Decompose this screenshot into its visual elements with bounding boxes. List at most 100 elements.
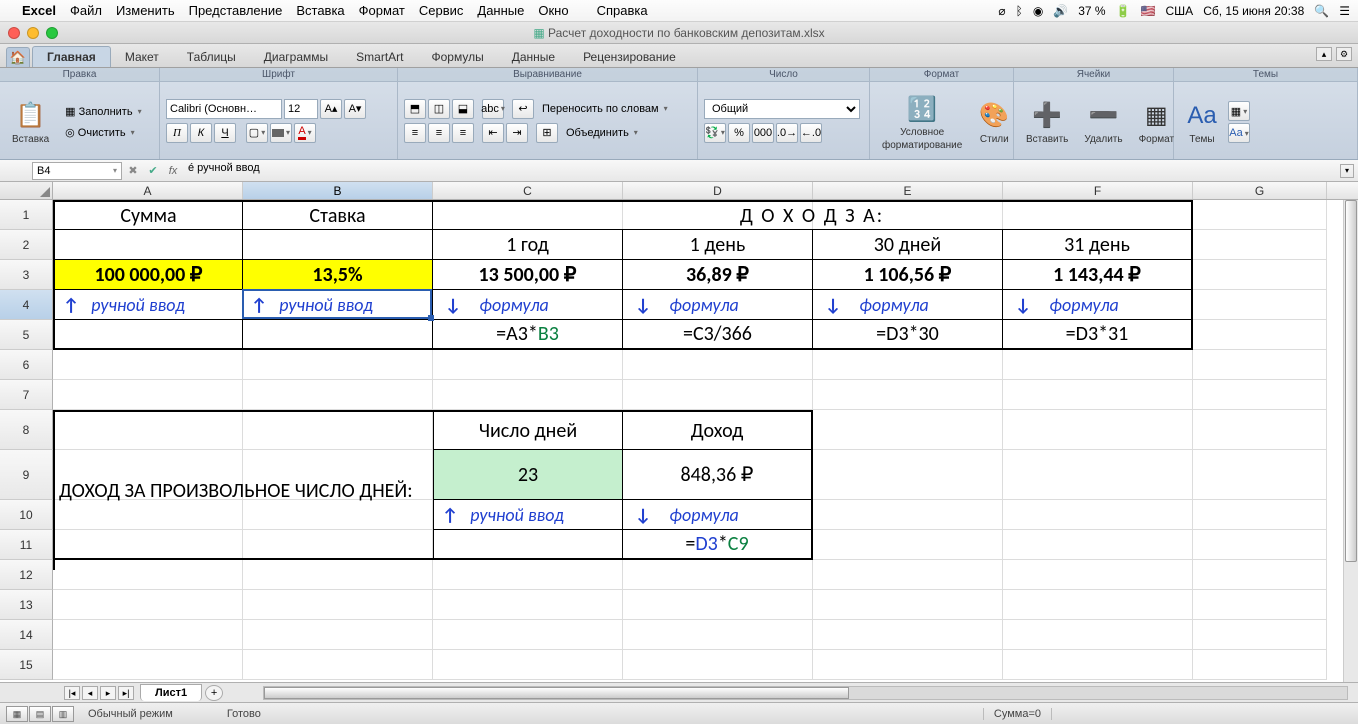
font-name-select[interactable] — [166, 99, 282, 119]
align-right[interactable]: ≡ — [452, 123, 474, 143]
shrink-font[interactable]: A▾ — [344, 99, 366, 119]
cell-F5[interactable]: =D3*31 — [1003, 320, 1193, 350]
border-button[interactable]: ▢ — [246, 123, 268, 143]
cell-D10[interactable]: ↓формула — [623, 500, 813, 530]
tab-data[interactable]: Данные — [498, 47, 569, 67]
home-tab-icon[interactable]: 🏠 — [6, 47, 30, 67]
cell-C11[interactable] — [433, 530, 623, 560]
fx-icon[interactable]: fx — [164, 162, 182, 180]
cond-format-button[interactable]: 🔢 Условноеформатирование — [876, 86, 968, 158]
cell-D3[interactable]: 36,89 ₽ — [623, 260, 813, 290]
cell-A3[interactable]: 100 000,00 ₽ — [53, 260, 243, 290]
cell-E4[interactable]: ↓формула — [813, 290, 1003, 320]
font-color-button[interactable]: A — [294, 123, 316, 143]
row-10[interactable]: 10 — [0, 500, 53, 530]
percent-button[interactable]: % — [728, 123, 750, 143]
row-6[interactable]: 6 — [0, 350, 53, 380]
cell-B4[interactable]: ↑ручной ввод — [243, 290, 433, 320]
menu-insert[interactable]: Вставка — [296, 3, 344, 18]
sheet-nav-last[interactable]: ▸| — [118, 686, 134, 700]
clock[interactable]: Сб, 15 июня 20:38 — [1203, 4, 1304, 18]
formula-expand[interactable]: ▾ — [1340, 164, 1354, 178]
sheet-nav-first[interactable]: |◂ — [64, 686, 80, 700]
row-7[interactable]: 7 — [0, 380, 53, 410]
cell-D11[interactable]: =D3*C9 — [623, 530, 813, 560]
cell-C9[interactable]: 23 — [433, 450, 623, 500]
align-top[interactable]: ⬒ — [404, 99, 426, 119]
list-icon[interactable]: ☰ — [1339, 4, 1350, 18]
inc-decimal[interactable]: .0→ — [776, 123, 798, 143]
fill-color-button[interactable] — [270, 123, 292, 143]
col-B[interactable]: B — [243, 182, 433, 199]
row-13[interactable]: 13 — [0, 590, 53, 620]
row-3[interactable]: 3 — [0, 260, 53, 290]
row-8[interactable]: 8 — [0, 410, 53, 450]
delete-cells-button[interactable]: ➖Удалить — [1078, 86, 1128, 158]
cell-C10[interactable]: ↑ручной ввод — [433, 500, 623, 530]
cell-D9[interactable]: 848,36 ₽ — [623, 450, 813, 500]
menu-edit[interactable]: Изменить — [116, 3, 175, 18]
menu-window[interactable]: Окно — [538, 3, 568, 18]
accept-formula-icon[interactable]: ✔ — [144, 162, 162, 180]
cancel-formula-icon[interactable]: ✖ — [124, 162, 142, 180]
wrap-icon[interactable]: ↩ — [512, 99, 534, 119]
cells-grid[interactable]: Сумма Ставка Д О Х О Д З А: 1 год 1 день… — [53, 200, 1343, 680]
cell-D4[interactable]: ↓формула — [623, 290, 813, 320]
formula-input[interactable]: é ручной ввод — [184, 162, 1354, 180]
bluetooth-icon[interactable]: ᛒ — [1016, 4, 1023, 18]
styles-button[interactable]: 🎨 Стили — [972, 86, 1016, 158]
merge-icon[interactable]: ⊞ — [536, 123, 558, 143]
spotlight-icon[interactable]: 🔍 — [1314, 4, 1329, 18]
row-2[interactable]: 2 — [0, 230, 53, 260]
row-4[interactable]: 4 — [0, 290, 53, 320]
menu-file[interactable]: Файл — [70, 3, 102, 18]
row-1[interactable]: 1 — [0, 200, 53, 230]
theme-fonts[interactable]: Aa — [1228, 123, 1250, 143]
col-G[interactable]: G — [1193, 182, 1327, 199]
align-center[interactable]: ≡ — [428, 123, 450, 143]
view-normal[interactable]: ▦ — [6, 706, 28, 722]
select-all-corner[interactable] — [0, 182, 53, 199]
themes-button[interactable]: AaТемы — [1180, 86, 1224, 158]
row-14[interactable]: 14 — [0, 620, 53, 650]
tab-home[interactable]: Главная — [32, 46, 111, 67]
menu-data[interactable]: Данные — [477, 3, 524, 18]
italic-button[interactable]: К — [190, 123, 212, 143]
col-E[interactable]: E — [813, 182, 1003, 199]
tab-layout[interactable]: Макет — [111, 47, 173, 67]
cell-A11-B11[interactable] — [53, 530, 433, 560]
col-C[interactable]: C — [433, 182, 623, 199]
col-A[interactable]: A — [53, 182, 243, 199]
wrap-text-button[interactable]: Переносить по словам — [536, 100, 674, 118]
cell-B3[interactable]: 13,5% — [243, 260, 433, 290]
wifi-icon[interactable]: ◉ — [1033, 4, 1043, 18]
cell-D8[interactable]: Доход — [623, 410, 813, 450]
cell-F4[interactable]: ↓формула — [1003, 290, 1193, 320]
cell-C3[interactable]: 13 500,00 ₽ — [433, 260, 623, 290]
currency-button[interactable]: 💱 — [704, 123, 726, 143]
grow-font[interactable]: A▴ — [320, 99, 342, 119]
font-size-select[interactable] — [284, 99, 318, 119]
cell-A1[interactable]: Сумма — [53, 200, 243, 230]
insert-cells-button[interactable]: ➕Вставить — [1020, 86, 1074, 158]
dropbox-icon[interactable]: ⌀ — [998, 4, 1005, 18]
cell-E5[interactable]: =D3*30 — [813, 320, 1003, 350]
cell-C8[interactable]: Число дней — [433, 410, 623, 450]
cell-C2[interactable]: 1 год — [433, 230, 623, 260]
tab-smartart[interactable]: SmartArt — [342, 47, 417, 67]
tab-tables[interactable]: Таблицы — [173, 47, 250, 67]
tab-review[interactable]: Рецензирование — [569, 47, 690, 67]
cell-E3[interactable]: 1 106,56 ₽ — [813, 260, 1003, 290]
orientation-button[interactable]: abc — [482, 99, 504, 119]
ribbon-settings[interactable]: ⚙ — [1336, 47, 1352, 61]
add-sheet-button[interactable]: + — [205, 685, 223, 701]
cell-B1[interactable]: Ставка — [243, 200, 433, 230]
horizontal-scrollbar[interactable] — [263, 686, 1348, 700]
dec-decimal[interactable]: ←.0 — [800, 123, 822, 143]
row-9[interactable]: 9 — [0, 450, 53, 500]
cell-A2[interactable] — [53, 230, 243, 260]
cell-D2[interactable]: 1 день — [623, 230, 813, 260]
align-bottom[interactable]: ⬓ — [452, 99, 474, 119]
indent-dec[interactable]: ⇤ — [482, 123, 504, 143]
thousand-button[interactable]: 000 — [752, 123, 774, 143]
